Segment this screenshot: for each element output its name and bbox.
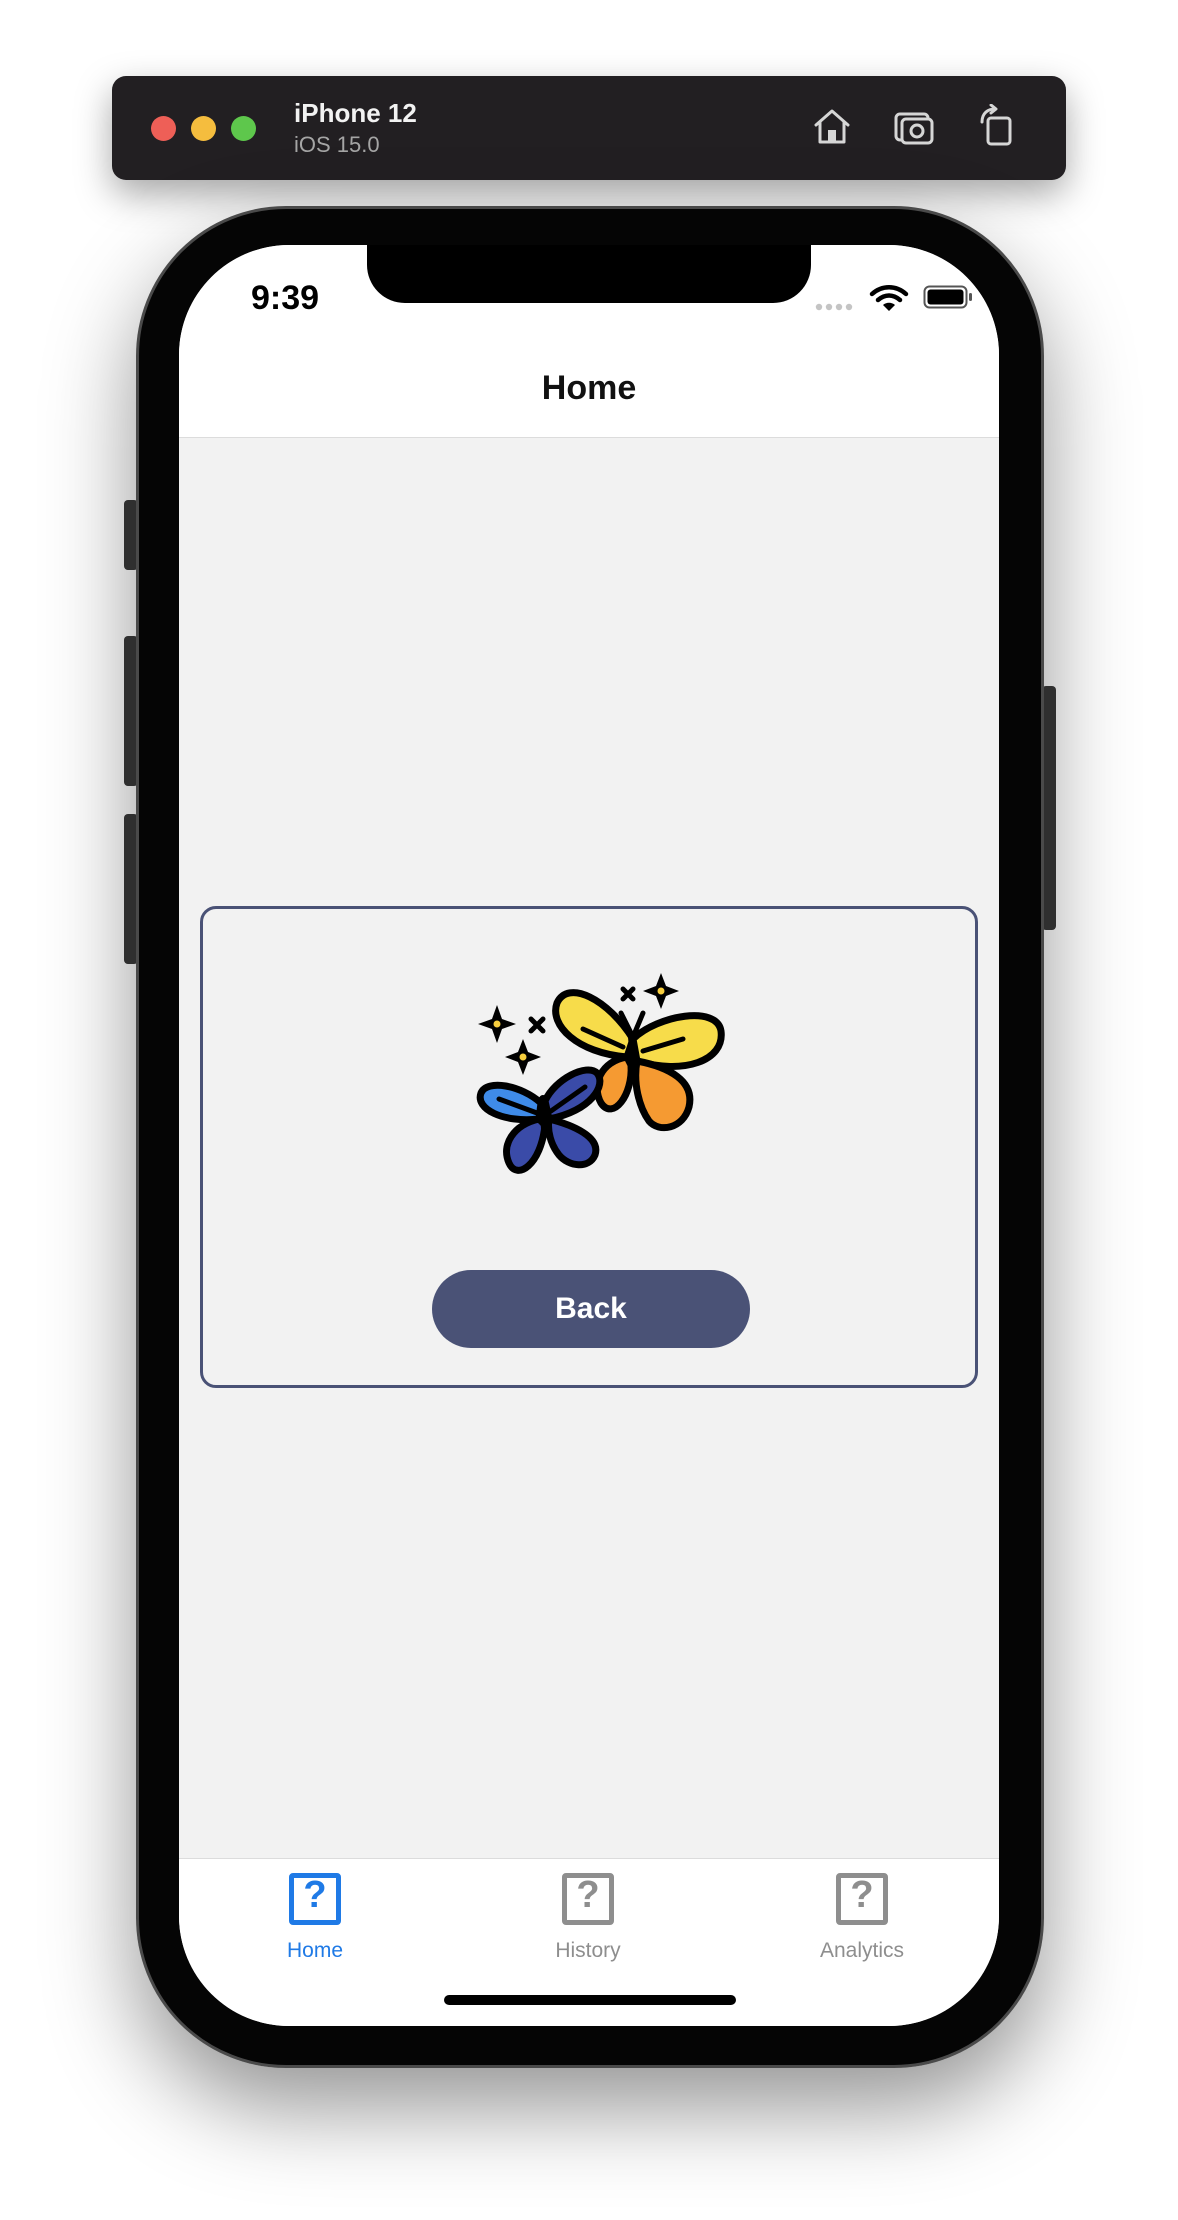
page-title: Home <box>541 369 637 407</box>
screenshot-icon[interactable] <box>892 104 936 148</box>
wifi-icon <box>869 285 909 311</box>
tab-home[interactable]: ? Home <box>205 1871 425 1971</box>
tab-label-analytics: Analytics <box>819 1939 905 1962</box>
battery-icon <box>923 285 972 309</box>
device-name: iPhone 12 <box>294 98 417 128</box>
question-mark-icon: ? <box>289 1873 341 1925</box>
tab-label-home: Home <box>286 1939 344 1962</box>
power-button <box>1042 686 1056 930</box>
tab-label-history: History <box>555 1939 621 1962</box>
zoom-window-button[interactable] <box>231 116 256 141</box>
home-icon[interactable] <box>810 104 854 148</box>
notch <box>367 245 811 303</box>
butterflies-sparkles-icon <box>476 973 725 1174</box>
rotate-icon[interactable] <box>974 104 1018 148</box>
back-button[interactable]: Back <box>432 1270 750 1348</box>
status-time: 9:39 <box>251 279 320 317</box>
content-card: Back <box>200 906 978 1388</box>
home-indicator[interactable] <box>444 1995 736 2005</box>
close-window-button[interactable] <box>151 116 176 141</box>
tab-history[interactable]: ? History <box>478 1871 698 1971</box>
question-mark-icon: ? <box>836 1873 888 1925</box>
phone-screen: 9:39 Home Back ? Home ? History ? Analyt… <box>179 245 999 2026</box>
cellular-dots-icon <box>815 303 853 311</box>
device-os-version: iOS 15.0 <box>294 132 380 157</box>
question-mark-icon: ? <box>562 1873 614 1925</box>
minimize-window-button[interactable] <box>191 116 216 141</box>
tab-analytics[interactable]: ? Analytics <box>752 1871 972 1971</box>
